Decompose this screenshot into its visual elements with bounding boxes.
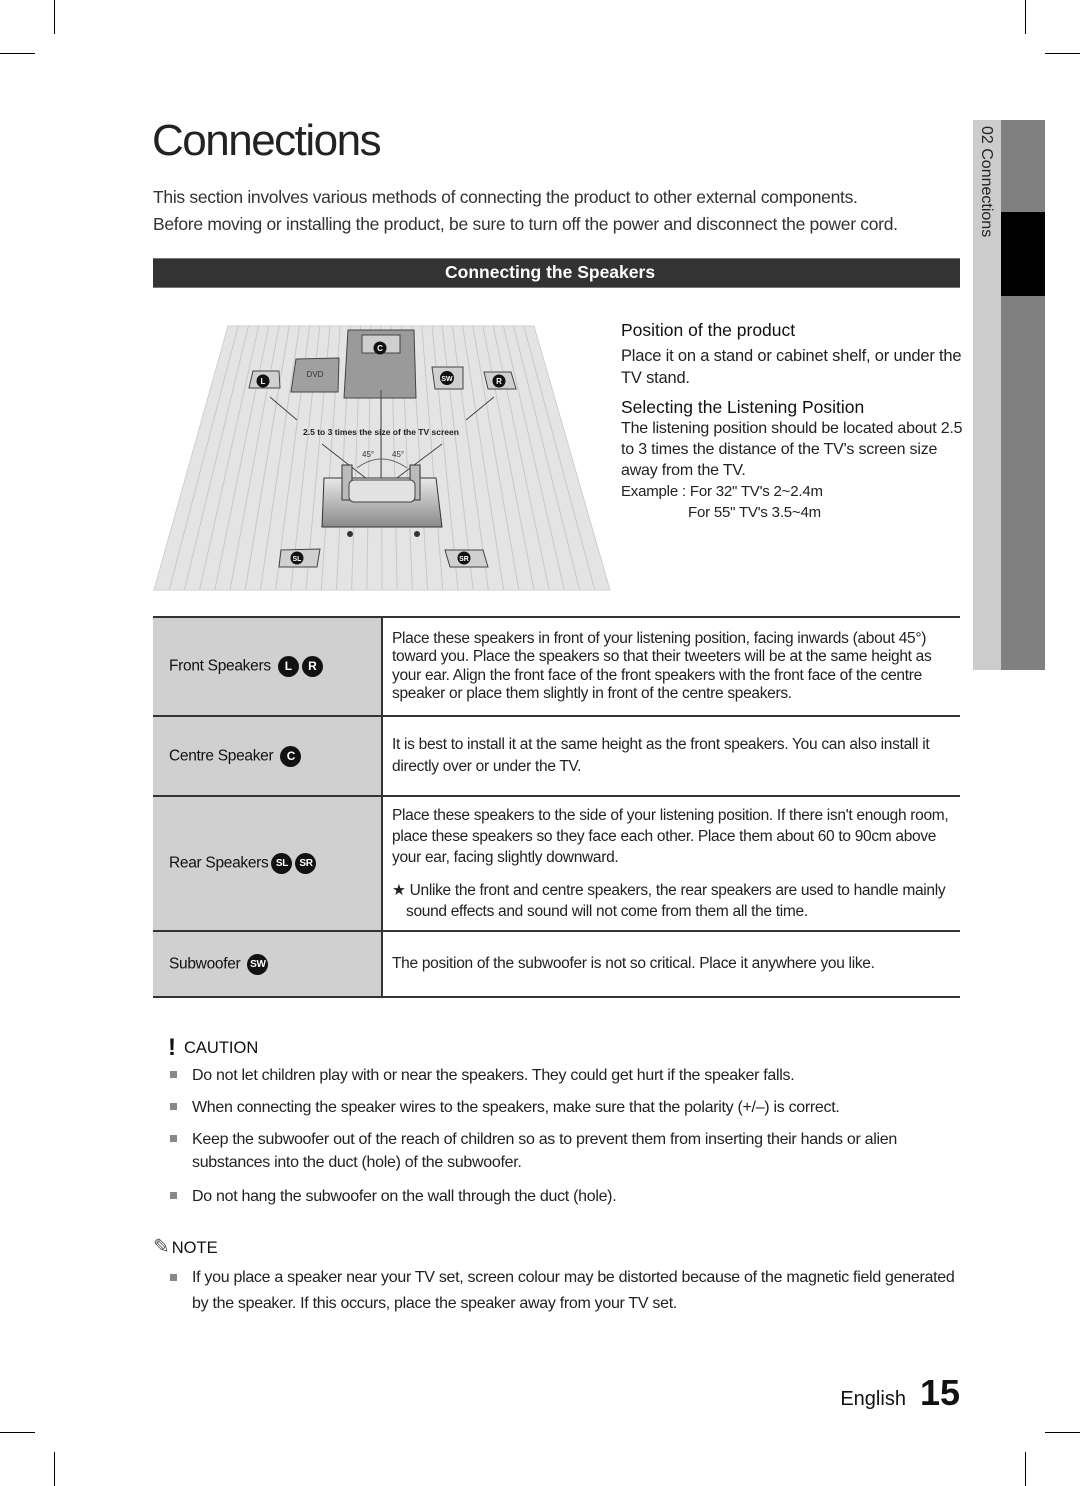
page-number: 15 — [919, 1372, 960, 1413]
dvd-label: DVD — [307, 370, 324, 379]
badge-SR: SR — [295, 853, 317, 874]
svg-text:SW: SW — [441, 376, 453, 383]
crop-mark — [54, 0, 55, 34]
footer-language: English — [840, 1388, 906, 1410]
crop-mark — [0, 53, 35, 54]
speaker-table: Front Speakers LR Place these speakers i… — [153, 616, 960, 998]
badge-SL: SL — [271, 853, 293, 874]
active-chapter-marker — [1001, 212, 1045, 296]
row-description: Place these speakers to the side of your… — [382, 795, 960, 931]
row-label: Front Speakers LR — [153, 616, 383, 716]
chapter-index-bar — [1001, 120, 1045, 670]
svg-text:SR: SR — [459, 556, 469, 563]
badge-R: R — [301, 656, 323, 677]
list-item: If you place a speaker near your TV set,… — [170, 1265, 960, 1317]
exclamation-icon: ! — [168, 1034, 176, 1061]
example-line: Example : For 32" TV's 2~2.4m — [621, 483, 823, 500]
bullet-icon — [170, 1103, 177, 1110]
svg-text:L: L — [261, 377, 266, 386]
crop-mark — [1025, 1452, 1026, 1486]
svg-text:SL: SL — [293, 556, 303, 563]
crop-mark — [1045, 53, 1080, 54]
caution-list: Do not let children play with or near th… — [170, 1064, 960, 1208]
badge-L: L — [277, 656, 299, 677]
angle-left: 45° — [362, 450, 374, 459]
intro-text: This section involves various methods of… — [153, 184, 898, 238]
angle-right: 45° — [392, 450, 404, 459]
note-heading: ✎ NOTE — [153, 1236, 218, 1258]
chapter-side-tab: 02 Connections — [973, 120, 1001, 670]
example-line: For 55" TV's 3.5~4m — [688, 504, 821, 521]
speaker-center: C — [361, 334, 401, 355]
row-description: Place these speakers in front of your li… — [382, 616, 960, 716]
speaker-surround-left: SL — [278, 548, 321, 568]
crop-mark — [54, 1452, 55, 1486]
intro-line: Before moving or installing the product,… — [153, 214, 898, 234]
speaker-front-left: L — [248, 370, 281, 389]
intro-line: This section involves various methods of… — [153, 187, 858, 207]
section-heading: Connecting the Speakers — [445, 262, 656, 282]
svg-text:R: R — [496, 377, 502, 386]
page-footer: English 15 — [840, 1372, 960, 1414]
speaker-surround-right: SR — [444, 549, 489, 568]
bullet-icon — [170, 1192, 177, 1199]
badge-C: C — [280, 745, 302, 767]
product-position-heading: Position of the product — [621, 320, 796, 340]
crop-mark — [1045, 1432, 1080, 1433]
badge-SW: SW — [247, 953, 269, 975]
speaker-front-right: R — [483, 371, 517, 390]
row-label: Subwoofer SW — [153, 930, 383, 998]
list-item: Do not let children play with or near th… — [170, 1064, 960, 1087]
position-info: Position of the product Place it on a st… — [621, 320, 966, 523]
product-position-text: Place it on a stand or cabinet shelf, or… — [621, 347, 962, 387]
svg-text:C: C — [377, 344, 383, 353]
caution-heading: ! CAUTION — [168, 1034, 259, 1061]
speaker-placement-diagram: DVD L C SW R 2.5 to 3 times the size of … — [153, 325, 611, 591]
row-description: The position of the subwoofer is not so … — [382, 930, 960, 998]
list-item: Keep the subwoofer out of the reach of c… — [170, 1128, 960, 1174]
listening-position-heading: Selecting the Listening Position — [621, 397, 865, 417]
chapter-tab-label: 02 Connections — [978, 126, 995, 238]
page-title: Connections — [152, 116, 382, 165]
table-row: Front Speakers LR Place these speakers i… — [153, 616, 960, 716]
table-row: Centre Speaker C It is best to install i… — [153, 715, 960, 796]
crop-mark — [1025, 0, 1026, 34]
footnote: ★ Unlike the front and centre speakers, … — [392, 882, 946, 920]
bullet-icon — [170, 1071, 177, 1078]
row-label: Centre Speaker C — [153, 715, 383, 796]
table-row: Subwoofer SW The position of the subwoof… — [153, 930, 960, 998]
row-description: It is best to install it at the same hei… — [382, 715, 960, 796]
bullet-icon — [170, 1274, 177, 1281]
table-row: Rear Speakers SL SR Place these speakers t… — [153, 795, 960, 931]
speaker-subwoofer: SW — [431, 366, 464, 390]
crop-mark — [0, 1432, 35, 1433]
row-label: Rear Speakers SL SR — [153, 795, 383, 931]
list-item: When connecting the speaker wires to the… — [170, 1096, 960, 1119]
list-item: Do not hang the subwoofer on the wall th… — [170, 1185, 960, 1208]
listening-position-text: The listening position should be located… — [621, 420, 963, 479]
bullet-icon — [170, 1135, 177, 1142]
pencil-icon: ✎ — [153, 1236, 170, 1258]
distance-caption: 2.5 to 3 times the size of the TV screen — [303, 427, 459, 437]
section-heading-bar: Connecting the Speakers — [153, 258, 960, 288]
note-list: If you place a speaker near your TV set,… — [170, 1265, 960, 1317]
